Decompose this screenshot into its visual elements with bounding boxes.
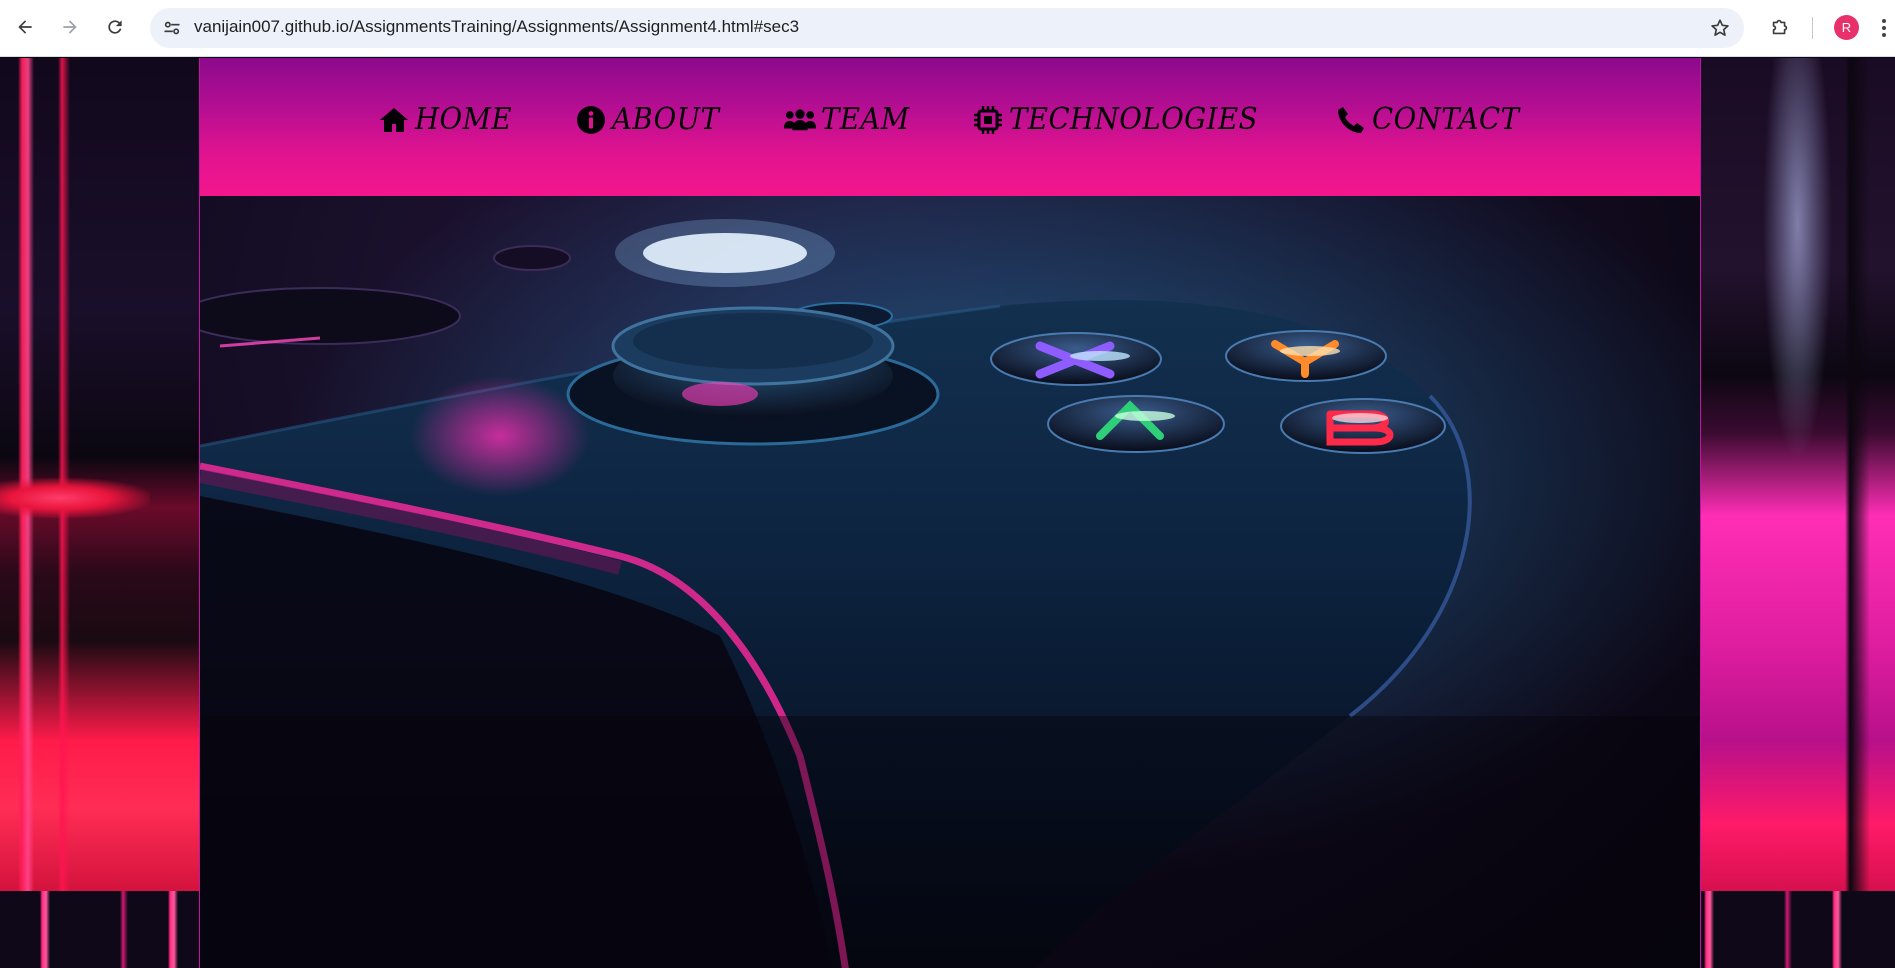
back-button[interactable]: [8, 10, 42, 44]
forward-button[interactable]: [53, 10, 87, 44]
reload-button[interactable]: [98, 10, 132, 44]
page-frame: [199, 58, 1701, 968]
arrow-right-icon: [63, 20, 77, 34]
extensions-button[interactable]: [1765, 12, 1795, 42]
star-icon: [1711, 19, 1729, 36]
tune-icon: [164, 21, 180, 35]
puzzle-icon: [1772, 19, 1788, 35]
reload-icon: [108, 20, 122, 34]
address-bar[interactable]: vanijain007.github.io/AssignmentsTrainin…: [150, 8, 1744, 48]
browser-toolbar: vanijain007.github.io/AssignmentsTrainin…: [0, 0, 1895, 57]
toolbar-divider: [1812, 17, 1813, 39]
page-viewport: HOME ABOUT TEAM TECHNOLOGIES CONTACT: [0, 58, 1895, 968]
browser-menu-button[interactable]: [1878, 14, 1890, 42]
profile-avatar[interactable]: R: [1834, 15, 1859, 40]
site-info-button[interactable]: [160, 16, 184, 40]
arrow-left-icon: [18, 20, 32, 34]
kebab-menu-icon: [1882, 19, 1886, 23]
url-text[interactable]: vanijain007.github.io/AssignmentsTrainin…: [194, 17, 799, 37]
bookmark-button[interactable]: [1708, 16, 1732, 40]
background-photo-left: [0, 58, 200, 891]
background-photo-right: [1700, 58, 1895, 891]
